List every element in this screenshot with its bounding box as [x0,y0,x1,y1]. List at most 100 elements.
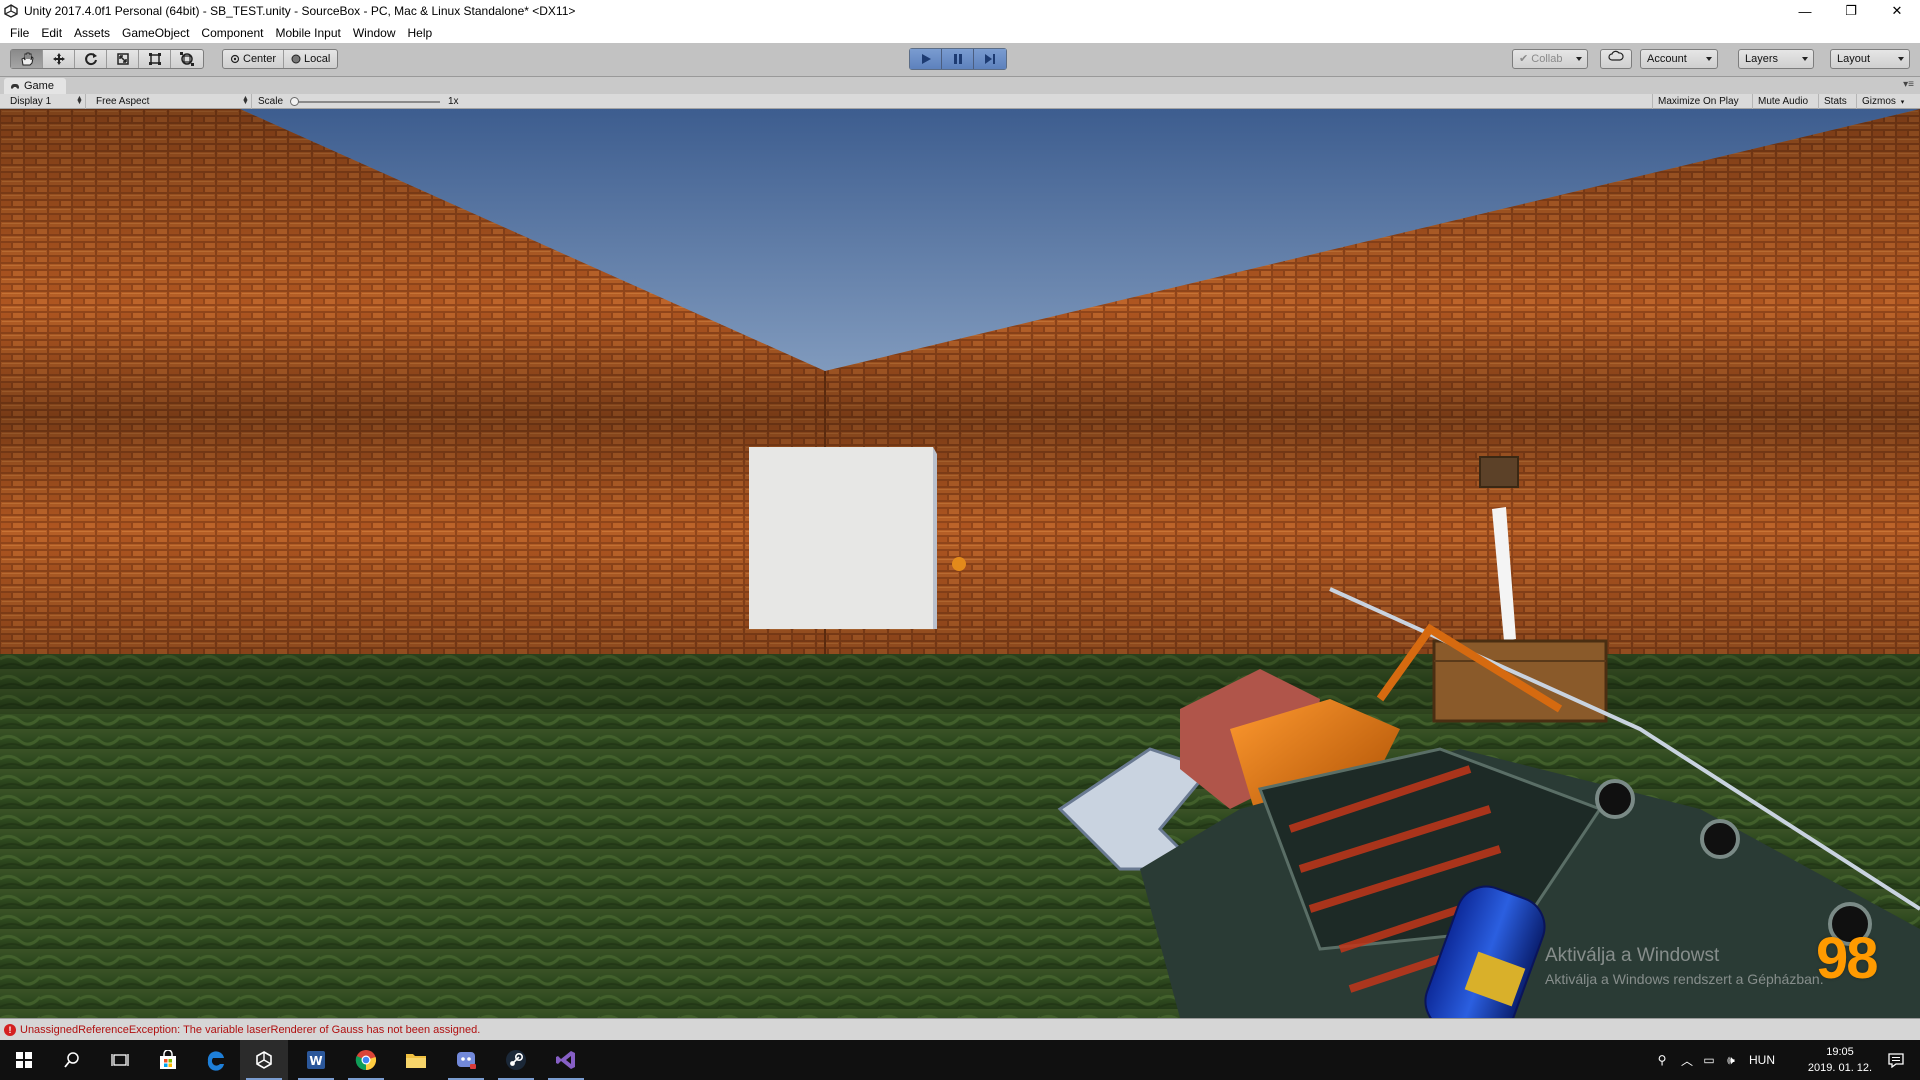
clock-time: 19:05 [1826,1046,1854,1058]
cloud-button[interactable] [1600,49,1632,69]
game-view-toolbar: Display 1 ▲ ▼ Free Aspect ▲ ▼ Scale 1x Max… [0,94,1920,109]
collab-label: Collab [1531,53,1563,65]
tray-chevron-up-icon[interactable]: ︿ [1676,1052,1698,1069]
pause-button[interactable] [942,49,974,69]
task-view-button[interactable] [96,1040,144,1080]
layout-label: Layout [1837,53,1871,65]
account-dropdown[interactable]: Account [1640,49,1718,69]
close-button[interactable]: ✕ [1874,0,1920,22]
play-button[interactable] [910,49,942,69]
taskbar-steam[interactable] [492,1040,540,1080]
volume-icon[interactable]: 🕪 [1720,1053,1742,1068]
updown-arrow-icon: ▲ ▼ [76,95,83,106]
layers-dropdown[interactable]: Layers [1738,49,1814,69]
menu-assets[interactable]: Assets [68,26,116,40]
tab-game[interactable]: Game [4,78,66,94]
minimize-button[interactable]: — [1782,0,1828,22]
menu-component[interactable]: Component [195,26,269,40]
menu-bar: File Edit Assets GameObject Component Mo… [0,22,1920,43]
cloud-icon [1608,50,1624,61]
pivot-center-button[interactable]: Center [223,50,285,68]
chrome-icon [355,1050,377,1071]
gizmos-dropdown[interactable]: Gizmos ▾ [1856,94,1920,109]
svg-text:W: W [309,1054,322,1068]
game-viewport[interactable]: Aktiválja a Windowst Aktiválja a Windows… [0,109,1920,1018]
transform-tools [10,49,204,69]
move-tool-button[interactable] [43,50,75,68]
taskbar-edge[interactable] [192,1040,240,1080]
window-title: Unity 2017.4.0f1 Personal (64bit) - SB_T… [24,4,576,18]
layers-label: Layers [1745,53,1779,65]
layout-dropdown[interactable]: Layout [1830,49,1910,69]
menu-window[interactable]: Window [347,26,402,40]
stats-toggle[interactable]: Stats [1818,94,1852,109]
scale-icon [116,53,129,65]
play-icon [921,54,931,64]
taskbar-word[interactable]: W [292,1040,340,1080]
crosshair-icon [952,557,966,571]
system-tray: ⚲ ︿ ▭ 🕪 HUN [1648,1040,1782,1080]
windows-logo-icon [16,1052,32,1068]
aspect-dropdown[interactable]: Free Aspect ▲ ▼ [90,94,252,109]
step-icon [985,54,995,64]
menu-help[interactable]: Help [402,26,439,40]
scale-slider-handle[interactable] [290,97,299,106]
error-icon: ! [4,1023,16,1036]
console-status-bar[interactable]: ! UnassignedReferenceException: The vari… [0,1018,1920,1040]
steam-icon [506,1050,526,1070]
ammo-counter: 98 [1816,926,1878,991]
space-label: Local [304,53,331,65]
chevron-down-icon [1898,57,1904,61]
scale-tool-button[interactable] [107,50,139,68]
people-icon[interactable]: ⚲ [1648,1053,1676,1067]
store-bag-icon [160,1050,176,1069]
tab-options-icon[interactable]: ▾≡ [1903,79,1914,90]
menu-edit[interactable]: Edit [35,26,68,40]
network-icon[interactable]: ▭ [1698,1053,1720,1067]
menu-gameobject[interactable]: GameObject [116,26,195,40]
taskbar-file-explorer[interactable] [392,1040,440,1080]
clock-date: 2019. 01. 12. [1807,1062,1873,1074]
pivot-local-button[interactable]: Local [284,50,337,68]
rotate-tool-button[interactable] [75,50,107,68]
language-indicator[interactable]: HUN [1742,1053,1782,1067]
maximize-button[interactable]: ❐ [1828,0,1874,22]
rect-tool-button[interactable] [139,50,171,68]
step-button[interactable] [974,49,1006,69]
taskbar-visual-studio[interactable] [542,1040,590,1080]
tab-game-label: Game [24,80,54,92]
folder-icon [406,1054,426,1068]
menu-mobile-input[interactable]: Mobile Input [269,26,346,40]
windows-taskbar: W ⚲ ︿ ▭ 🕪 HUN 19:05 2019. 01. 12. [0,1040,1920,1080]
transform-tool-button[interactable] [171,50,203,68]
taskbar-unity[interactable] [240,1040,288,1080]
local-space-icon [291,54,301,64]
mute-audio-toggle[interactable]: Mute Audio [1752,94,1813,109]
taskbar-clock[interactable]: 19:05 2019. 01. 12. [1800,1044,1880,1076]
unity-icon [256,1051,272,1069]
task-view-icon [111,1054,129,1066]
updown-arrow-icon: ▲ ▼ [242,95,249,106]
taskbar-chrome[interactable] [342,1040,390,1080]
aspect-label: Free Aspect [96,96,150,107]
taskbar-store[interactable] [144,1040,192,1080]
transform-icon [180,52,194,66]
display-dropdown[interactable]: Display 1 ▲ ▼ [4,94,86,109]
title-bar: Unity 2017.4.0f1 Personal (64bit) - SB_T… [0,0,1920,22]
hand-tool-button[interactable] [11,50,43,68]
discord-icon [457,1052,476,1069]
collab-dropdown[interactable]: ✔ Collab [1512,49,1588,69]
action-center-button[interactable] [1872,1040,1920,1080]
search-icon [64,1052,79,1068]
notification-icon [1888,1053,1904,1068]
chevron-down-icon: ▾ [1900,99,1905,106]
scale-slider-track[interactable] [292,101,440,103]
pause-icon [953,54,962,64]
taskbar-discord[interactable] [442,1040,490,1080]
gizmos-label: Gizmos [1862,96,1896,107]
search-button[interactable] [48,1040,96,1080]
start-button[interactable] [0,1040,48,1080]
menu-file[interactable]: File [4,26,35,40]
playback-controls [909,48,1007,70]
maximize-on-play-toggle[interactable]: Maximize On Play [1652,94,1744,109]
